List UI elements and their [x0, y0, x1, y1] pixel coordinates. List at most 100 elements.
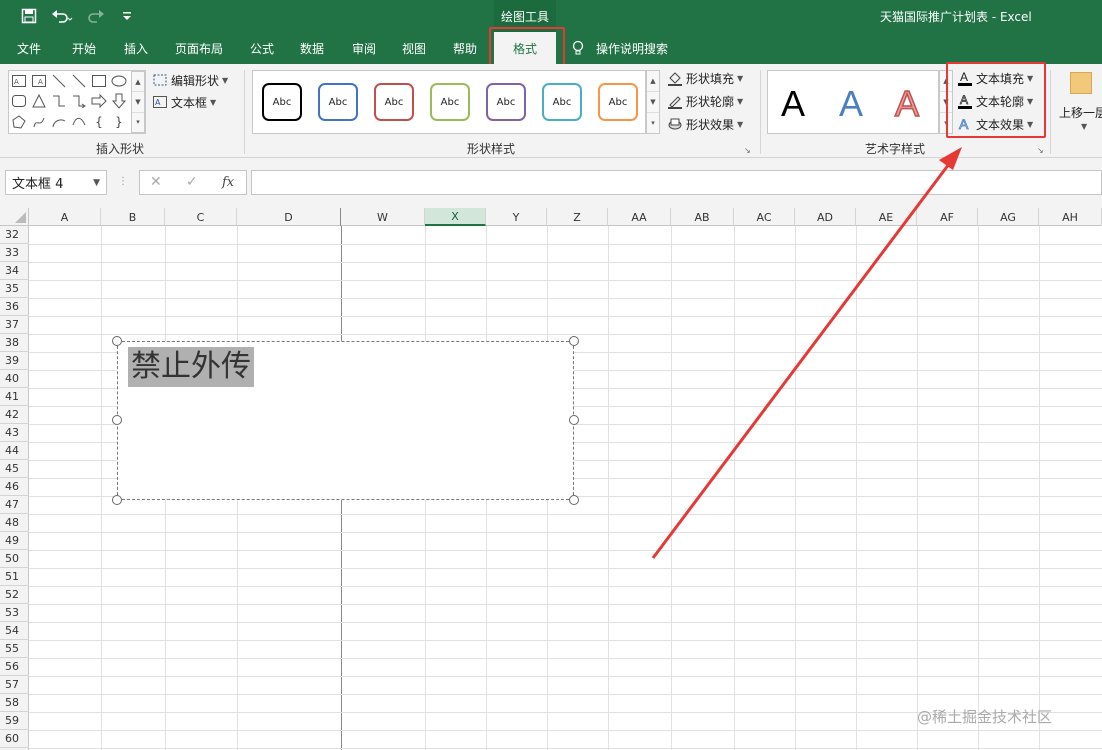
enter-icon[interactable]: ✓: [186, 174, 198, 190]
row-header-cell[interactable]: 37: [0, 316, 29, 334]
column-header-cell[interactable]: W: [341, 208, 425, 226]
shapes-gallery[interactable]: A A { } ▲ ▼ ▾: [8, 70, 146, 134]
wordart-gallery[interactable]: A A A: [767, 70, 939, 134]
tell-me-search[interactable]: 操作说明搜索: [596, 32, 668, 64]
arc-shape-icon[interactable]: [51, 114, 67, 130]
row-header-cell[interactable]: 38: [0, 334, 29, 352]
insert-function-icon[interactable]: fx: [222, 175, 234, 190]
shape-style-5[interactable]: Abc: [486, 83, 526, 121]
row-header-cell[interactable]: 40: [0, 370, 29, 388]
wordart-style-red-outline[interactable]: A: [894, 82, 920, 125]
resize-handle-middle-left[interactable]: [112, 415, 122, 425]
right-brace-icon[interactable]: }: [111, 114, 127, 130]
wordart-style-blue[interactable]: A: [839, 83, 863, 125]
column-header-cell[interactable]: AG: [978, 208, 1039, 226]
column-header-cell[interactable]: C: [165, 208, 237, 226]
row-header-cell[interactable]: 42: [0, 406, 29, 424]
save-icon[interactable]: [18, 6, 40, 26]
vertical-textbox-icon[interactable]: A: [31, 73, 47, 89]
formula-input[interactable]: [251, 170, 1102, 195]
down-arrow-shape-icon[interactable]: [111, 93, 127, 109]
rounded-rect-shape-icon[interactable]: [11, 93, 27, 109]
row-header-cell[interactable]: 36: [0, 298, 29, 316]
column-header-cell-selected[interactable]: X: [425, 208, 486, 226]
left-brace-icon[interactable]: {: [91, 114, 107, 130]
row-header-cell[interactable]: 51: [0, 568, 29, 586]
wordart-style-black[interactable]: A: [781, 83, 805, 125]
shape-style-7[interactable]: Abc: [598, 83, 638, 121]
customize-qat-icon[interactable]: [120, 6, 134, 26]
name-box-dropdown-icon[interactable]: ▼: [93, 178, 100, 188]
resize-handle-top-right[interactable]: [569, 336, 579, 346]
row-header-cell[interactable]: 46: [0, 478, 29, 496]
resize-handle-bottom-right[interactable]: [569, 495, 579, 505]
tab-insert[interactable]: 插入: [124, 32, 148, 64]
column-header-cell[interactable]: Z: [547, 208, 608, 226]
row-header-cell[interactable]: 43: [0, 424, 29, 442]
row-header-cell[interactable]: 50: [0, 550, 29, 568]
line-shape-icon[interactable]: [51, 73, 67, 89]
text-effects-button[interactable]: A 文本效果 ▼: [957, 114, 1034, 134]
cancel-icon[interactable]: ✕: [150, 174, 162, 190]
rectangle-shape-icon[interactable]: [91, 73, 107, 89]
row-header-cell[interactable]: 35: [0, 280, 29, 298]
row-header-cell[interactable]: 55: [0, 640, 29, 658]
shape-style-3[interactable]: Abc: [374, 83, 414, 121]
row-header-cell[interactable]: 39: [0, 352, 29, 370]
row-header-cell[interactable]: 34: [0, 262, 29, 280]
line2-shape-icon[interactable]: [71, 73, 87, 89]
bring-forward-icon[interactable]: [1070, 72, 1092, 94]
oval-shape-icon[interactable]: [111, 73, 127, 89]
lightbulb-icon[interactable]: [571, 32, 585, 64]
text-fill-button[interactable]: A 文本填充 ▼: [957, 68, 1033, 88]
shape-style-6[interactable]: Abc: [542, 83, 582, 121]
name-box[interactable]: 文本框 4 ▼: [5, 170, 107, 195]
tab-page-layout[interactable]: 页面布局: [175, 32, 223, 64]
tab-file[interactable]: 文件: [17, 32, 41, 64]
elbow-arrow-icon[interactable]: [71, 93, 87, 109]
column-header-cell[interactable]: D: [237, 208, 341, 226]
row-header-cell[interactable]: 57: [0, 676, 29, 694]
column-header-cell[interactable]: AE: [856, 208, 917, 226]
column-header-cell[interactable]: AD: [795, 208, 856, 226]
wordart-launcher-icon[interactable]: ↘: [1037, 146, 1047, 156]
resize-handle-middle-right[interactable]: [569, 415, 579, 425]
text-box-content[interactable]: 禁止外传: [128, 347, 254, 387]
freeform-shape-icon[interactable]: [11, 114, 27, 130]
resize-handle-top-left[interactable]: [112, 336, 122, 346]
text-box-button[interactable]: A 文本框 ▼: [152, 92, 216, 112]
elbow-connector-icon[interactable]: [51, 93, 67, 109]
shape-style-1[interactable]: Abc: [262, 83, 302, 121]
resize-handle-bottom-left[interactable]: [112, 495, 122, 505]
shape-fill-button[interactable]: 形状填充 ▼: [667, 68, 743, 88]
column-header-cell[interactable]: AF: [917, 208, 978, 226]
row-header-cell[interactable]: 48: [0, 514, 29, 532]
row-header-cell[interactable]: 33: [0, 244, 29, 262]
select-all-button[interactable]: [0, 208, 29, 226]
column-header-cell[interactable]: Y: [486, 208, 547, 226]
column-header-cell[interactable]: AH: [1039, 208, 1102, 226]
row-header-cell[interactable]: 32: [0, 226, 29, 244]
row-header-cell[interactable]: 53: [0, 604, 29, 622]
shape-effects-button[interactable]: 形状效果 ▼: [667, 114, 743, 134]
column-header-cell[interactable]: B: [101, 208, 165, 226]
redo-icon[interactable]: [84, 6, 112, 26]
wave-shape-icon[interactable]: [71, 114, 87, 130]
triangle-shape-icon[interactable]: [31, 93, 47, 109]
row-header-cell[interactable]: 47: [0, 496, 29, 514]
shape-outline-button[interactable]: 形状轮廓 ▼: [667, 91, 743, 111]
column-header-cell[interactable]: A: [29, 208, 101, 226]
edit-shape-button[interactable]: 编辑形状 ▼: [152, 70, 228, 90]
tab-view[interactable]: 视图: [402, 32, 426, 64]
tab-formulas[interactable]: 公式: [250, 32, 274, 64]
shape-style-4[interactable]: Abc: [430, 83, 470, 121]
bring-forward-dropdown-icon[interactable]: ▼: [1081, 122, 1087, 131]
row-header-cell[interactable]: 44: [0, 442, 29, 460]
column-header-cell[interactable]: AA: [608, 208, 671, 226]
text-box-shape[interactable]: 禁止外传: [117, 341, 574, 500]
scribble-shape-icon[interactable]: [31, 114, 47, 130]
shapes-gallery-scroll[interactable]: ▲ ▼ ▾: [131, 71, 145, 133]
row-header-cell[interactable]: 49: [0, 532, 29, 550]
tab-review[interactable]: 审阅: [352, 32, 376, 64]
row-header-cell[interactable]: 58: [0, 694, 29, 712]
